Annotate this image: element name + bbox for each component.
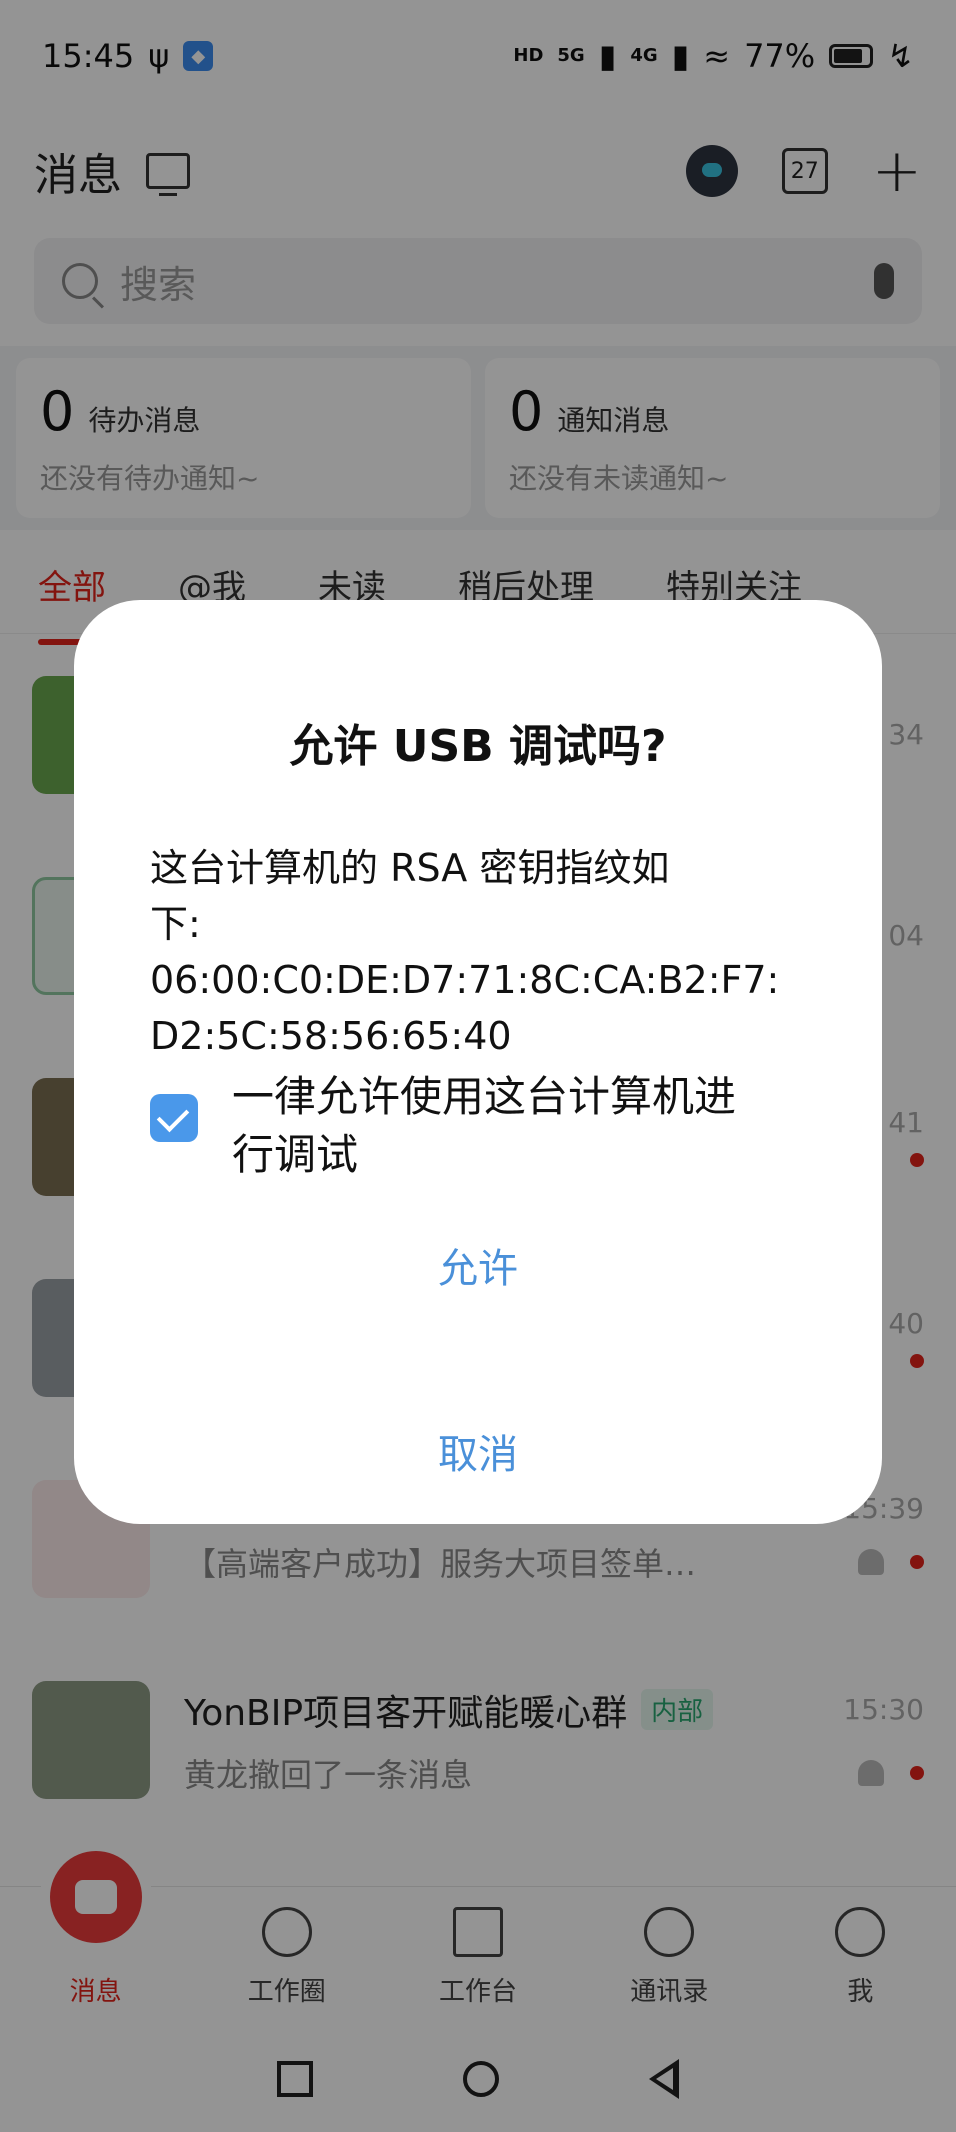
allow-button[interactable]: 允许 [150,1236,806,1294]
always-allow-row[interactable]: 一律允许使用这台计算机进 行调试 [150,1068,806,1184]
dialog-message-line: 这台计算机的 RSA 密钥指纹如 [150,846,670,890]
rsa-fingerprint: D2:5C:58:56:65:40 [150,1014,512,1058]
always-allow-label[interactable]: 一律允许使用这台计算机进 行调试 [232,1068,736,1184]
always-allow-checkbox[interactable] [150,1094,198,1142]
usb-debug-dialog: 允许 USB 调试吗? 这台计算机的 RSA 密钥指纹如 下: 06:00:C0… [74,600,882,1524]
dialog-message-line: 下: [150,902,201,946]
dialog-title: 允许 USB 调试吗? [289,721,667,772]
rsa-fingerprint: 06:00:C0:DE:D7:71:8C:CA:B2:F7: [150,958,780,1002]
cancel-button[interactable]: 取消 [150,1422,806,1480]
dialog-message: 这台计算机的 RSA 密钥指纹如 下: 06:00:C0:DE:D7:71:8C… [150,840,806,1064]
